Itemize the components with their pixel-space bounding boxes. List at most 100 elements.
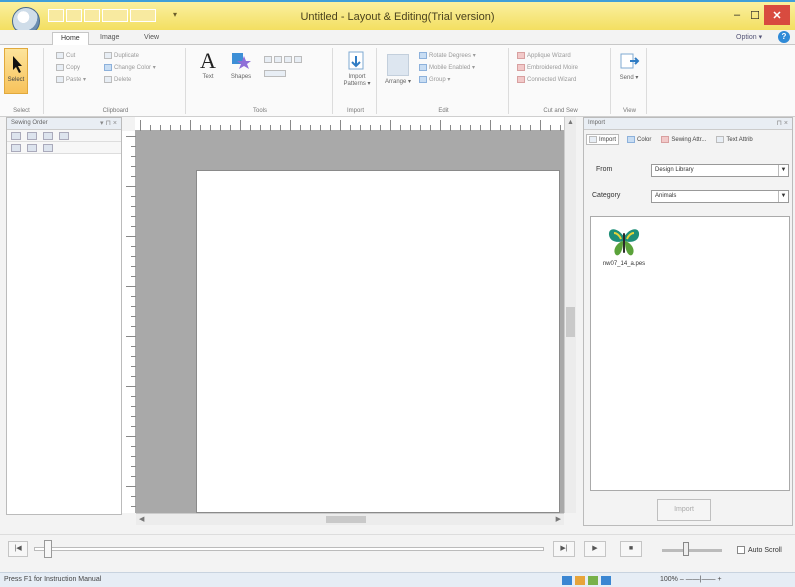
scroll-right-icon[interactable]: ▶ — [556, 515, 561, 523]
ruler-tick — [440, 120, 441, 131]
zoom-level[interactable]: 100% – ——|—— + — [660, 576, 722, 583]
group-import: Import Patterns ▾ Import — [335, 48, 377, 114]
hoop-icon[interactable] — [588, 576, 598, 585]
tab-image[interactable]: Image — [92, 32, 127, 45]
horizontal-scrollbar[interactable]: ◀ ▶ — [136, 513, 564, 525]
arrange-icon — [387, 54, 409, 76]
auto-scroll-checkbox[interactable]: Auto Scroll — [737, 546, 782, 554]
sort-icon[interactable] — [27, 132, 37, 140]
scroll-left-icon[interactable]: ◀ — [139, 515, 144, 523]
text-tool-button[interactable]: A Text — [196, 50, 220, 94]
import-panel: Import ⊓ × Import Color Sewing Attr... T… — [583, 117, 793, 526]
frame-icon[interactable] — [59, 132, 69, 140]
group-select: Select Select — [0, 48, 44, 114]
horizontal-scroll-thumb[interactable] — [326, 516, 366, 523]
maximize-button[interactable]: ☐ — [746, 5, 764, 25]
from-select[interactable]: Design Library ▼ — [651, 164, 789, 177]
ruler-tick — [140, 120, 141, 131]
vertical-scrollbar[interactable]: ▲ — [564, 117, 576, 513]
status-text: Press F1 for Instruction Manual — [4, 576, 102, 583]
stop-button[interactable]: ■ — [620, 541, 642, 557]
import-button[interactable]: Import — [657, 499, 711, 521]
line-tools[interactable] — [264, 56, 302, 63]
speed-slider[interactable] — [662, 549, 722, 552]
ruler-tick — [126, 186, 136, 187]
group-edit: Arrange ▾ Rotate Degrees ▾ Mobile Enable… — [379, 48, 509, 114]
move-up-icon[interactable] — [11, 144, 21, 152]
close-button[interactable]: ✕ — [764, 5, 790, 25]
tab-view[interactable]: View — [136, 32, 167, 45]
vertical-scroll-thumb[interactable] — [566, 307, 575, 337]
zoom-controls[interactable]: – ——|—— + — [680, 576, 722, 583]
category-select[interactable]: Animals ▼ — [651, 190, 789, 203]
cut-button[interactable]: Cut — [56, 52, 75, 59]
horizontal-ruler — [135, 117, 576, 131]
tab-color[interactable]: Color — [625, 134, 653, 145]
play-button[interactable]: ▶ — [584, 541, 606, 557]
grid-icon[interactable] — [562, 576, 572, 585]
panel-close-icon[interactable]: ⊓ × — [777, 119, 789, 127]
stitch-progress-slider[interactable] — [34, 547, 544, 551]
delete-button[interactable]: Delete — [104, 76, 131, 83]
view-mode-icon[interactable] — [11, 132, 21, 140]
help-icon[interactable]: ? — [778, 31, 790, 43]
group-view-label: View — [623, 108, 636, 114]
paste-button[interactable]: Paste ▾ — [56, 76, 86, 83]
copy-button[interactable]: Copy — [56, 64, 80, 71]
window-title: Untitled - Layout & Editing(Trial versio… — [300, 11, 495, 23]
pattern-thumbnail[interactable]: nw07_14_a.pes — [595, 225, 653, 267]
delete-icon — [104, 76, 112, 83]
change-color-button[interactable]: Change Color ▾ — [104, 64, 156, 71]
move-down-icon[interactable] — [27, 144, 37, 152]
step-end-button[interactable]: ▶| — [553, 541, 575, 557]
rotate-degrees-button[interactable]: Rotate Degrees ▾ — [419, 52, 476, 59]
checkbox-box[interactable] — [737, 546, 745, 554]
ruler-tick — [290, 120, 291, 131]
group-view: Send ▾ View — [613, 48, 647, 114]
arrange-button[interactable]: Arrange ▾ — [383, 54, 413, 98]
tab-home[interactable]: Home — [52, 32, 89, 45]
import-panel-tabs: Import Color Sewing Attr... Text Attrib — [586, 134, 755, 145]
group-button[interactable]: Group ▾ — [419, 76, 450, 83]
sewing-order-panel: Sewing Order ▾ ⊓ × — [6, 117, 122, 515]
tab-import[interactable]: Import — [586, 134, 620, 145]
scroll-up-icon[interactable]: ▲ — [565, 119, 576, 126]
group-tools: A Text Shapes Tools — [188, 48, 333, 114]
applique-wizard-button[interactable]: Applique Wizard — [517, 52, 571, 59]
color-icon — [627, 136, 636, 143]
import-patterns-button[interactable]: Import Patterns ▾ — [341, 50, 373, 94]
ruler-tick — [126, 336, 136, 337]
tab-text-attributes[interactable]: Text Attrib — [714, 134, 754, 145]
select-button[interactable]: Select — [4, 48, 28, 94]
send-icon — [620, 53, 640, 69]
import-icon — [589, 136, 597, 143]
ruler-tick — [126, 286, 136, 287]
view-icon[interactable] — [601, 576, 611, 585]
options-menu[interactable]: Option ▾ — [736, 33, 762, 41]
pointer-icon[interactable] — [43, 144, 53, 152]
speed-slider-thumb[interactable] — [683, 542, 689, 556]
panel-pin-icon[interactable]: ▾ ⊓ × — [100, 119, 117, 127]
pattern-caption: nw07_14_a.pes — [602, 261, 646, 267]
magnet-icon[interactable] — [575, 576, 585, 585]
design-page[interactable] — [196, 170, 560, 513]
minimize-button[interactable]: – — [728, 5, 746, 25]
group-select-label: Select — [13, 108, 30, 114]
shapes-button[interactable]: Shapes — [226, 50, 256, 94]
duplicate-button[interactable]: Duplicate — [104, 52, 139, 59]
status-bar: Press F1 for Instruction Manual 100% – —… — [0, 572, 795, 587]
group-clipboard: Cut Copy Paste ▾ Duplicate Change Color … — [46, 48, 186, 114]
sewing-order-title: Sewing Order ▾ ⊓ × — [7, 118, 121, 130]
mobile-enabled-button[interactable]: Mobile Enabled ▾ — [419, 64, 475, 71]
color-icon — [104, 64, 112, 71]
stitch-progress-thumb[interactable] — [44, 540, 53, 558]
tab-sewing-attributes[interactable]: Sewing Attr... — [659, 134, 708, 145]
group-cut-and-sew-label: Cut and Sew — [543, 108, 578, 114]
go-to-start-button[interactable]: |◀ — [8, 541, 28, 557]
group-tools-label: Tools — [252, 108, 267, 114]
select-color-icon[interactable] — [43, 132, 53, 140]
send-button[interactable]: Send ▾ — [617, 50, 641, 94]
connected-wizard-button[interactable]: Connected Wizard — [517, 76, 576, 83]
embroidered-moire-button[interactable]: Embroidered Moire — [517, 64, 578, 71]
point-tools[interactable] — [264, 70, 286, 77]
